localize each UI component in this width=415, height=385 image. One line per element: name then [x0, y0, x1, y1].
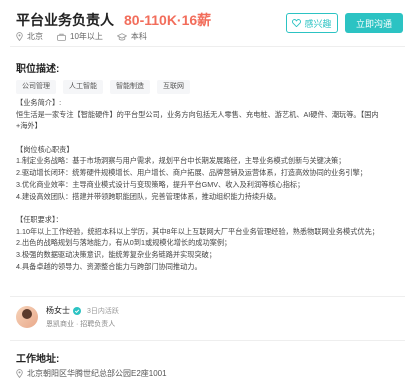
requirement-item: 3.极强的数据驱动决策意识，能统筹复杂业务链路并实现突破；	[16, 249, 217, 259]
duty-item: 2.驱动增长闭环：统筹硬件规模增长、用户增长、商户拓展、品牌营销及运营体系，打造…	[16, 168, 367, 178]
work-address[interactable]: 北京朝阳区华腾世纪总部公园E2座1001	[16, 368, 167, 379]
description-title: 职位描述:	[16, 64, 60, 75]
salary: 80-110K·16薪	[124, 12, 212, 28]
meta-education: 本科	[116, 31, 147, 42]
requirement-item: 2.出色的战略规划与落地能力，有从0到1或规模化增长的成功案例；	[16, 238, 232, 248]
city-text: 北京	[27, 32, 43, 41]
tag-list: 公司管理 人工智能 智能制造 互联网	[16, 80, 197, 94]
requirements-heading: 【任职要求】：	[16, 214, 63, 224]
verified-icon	[73, 306, 81, 315]
divider-top	[10, 46, 405, 47]
duty-item: 1.制定业务战略：基于市场洞察与用户需求，规划平台中长期发展路径，主导业务模式创…	[16, 156, 346, 166]
duty-item: 4.建设高效团队：搭建并带领跨职能团队，完善管理体系，推动组织能力持续升级。	[16, 191, 281, 201]
location-icon	[16, 369, 23, 378]
recruiter-card[interactable]: 杨女士 3日内活跃 恩凯商业 · 招聘负责人	[16, 305, 119, 329]
meta-experience: 10年以上	[57, 31, 103, 42]
requirement-item: 4.具备卓越的领导力、资源整合能力与跨部门协同推动力。	[16, 261, 202, 271]
tag-item: 互联网	[157, 80, 190, 94]
interest-label: 感兴趣	[304, 18, 332, 29]
requirement-item: 1.10年以上工作经验，统招本科以上学历，其中8年以上互联网大厂平台业务管理经验…	[16, 226, 379, 236]
interest-button[interactable]: 感兴趣	[286, 13, 338, 33]
job-description: 【业务简介】: 恒生活是一家专注【智能硬件】的平台型公司，业务方向包括无人零售、…	[16, 97, 408, 272]
address-text: 北京朝阳区华腾世纪总部公园E2座1001	[27, 369, 167, 378]
job-meta: 北京 10年以上 本科	[16, 31, 161, 42]
divider-middle	[10, 296, 405, 297]
recruiter-info: 杨女士 3日内活跃 恩凯商业 · 招聘负责人	[46, 305, 119, 329]
experience-text: 10年以上	[70, 32, 103, 41]
intro-heading: 【业务简介】:	[16, 98, 62, 107]
tag-item: 人工智能	[63, 80, 103, 94]
intro-line: 恒生活是一家专注【智能硬件】的平台型公司，业务方向包括无人零售、充电桩、游艺机、…	[16, 109, 379, 119]
job-title: 平台业务负责人	[16, 12, 114, 28]
recruiter-line: 杨女士 3日内活跃	[46, 305, 119, 316]
avatar	[16, 306, 38, 328]
location-icon	[16, 32, 23, 41]
graduation-cap-icon	[116, 32, 127, 40]
chat-button[interactable]: 立即沟通	[345, 13, 403, 33]
address-title: 工作地址:	[16, 354, 60, 365]
active-status: 3日内活跃	[87, 307, 119, 315]
heart-icon	[292, 19, 302, 27]
meta-city: 北京	[16, 31, 43, 42]
tag-item: 智能制造	[110, 80, 150, 94]
briefcase-icon	[57, 33, 66, 41]
divider-bottom	[10, 340, 405, 341]
intro-line: +海外】	[16, 121, 42, 131]
recruiter-name: 杨女士	[46, 306, 70, 315]
job-header: 平台业务负责人 80-110K·16薪	[16, 10, 211, 30]
duties-heading: 【岗位核心职责】	[16, 144, 74, 154]
recruiter-title: 恩凯商业 · 招聘负责人	[46, 321, 116, 328]
tag-item: 公司管理	[16, 80, 56, 94]
duty-item: 3.优化商业效率：主导商业模式设计与变现策略，提升平台GMV、收入及利润等核心指…	[16, 179, 305, 189]
education-text: 本科	[130, 32, 147, 41]
